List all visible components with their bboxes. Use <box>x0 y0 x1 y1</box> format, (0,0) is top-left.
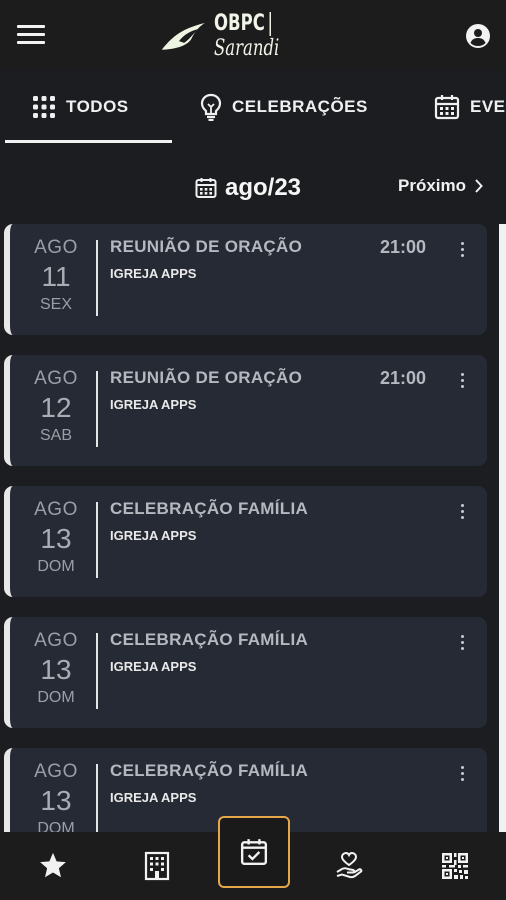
tab-eventos[interactable]: EVE <box>434 70 506 144</box>
menu-icon[interactable] <box>17 25 45 45</box>
event-month: AGO <box>34 630 78 651</box>
event-weekday: SAB <box>39 427 72 444</box>
event-title: CELEBRAÇÃO FAMÍLIA <box>110 761 309 780</box>
next-month-label: Próximo <box>398 176 467 195</box>
more-options-icon[interactable] <box>459 373 465 391</box>
scrollbar[interactable] <box>499 224 506 894</box>
building-icon <box>144 851 170 881</box>
event-day: 13 <box>40 654 72 685</box>
calendar-check-icon <box>240 839 268 866</box>
more-options-icon[interactable] <box>459 766 465 784</box>
event-weekday: DOM <box>37 820 75 832</box>
top-app-bar: OBPCSarandi <box>0 0 506 70</box>
event-card[interactable]: AGO 13 DOM CELEBRAÇÃO FAMÍLIA IGREJA APP… <box>4 617 487 728</box>
calendar-icon <box>195 178 217 198</box>
star-icon <box>40 852 66 878</box>
current-month[interactable]: ago/23 <box>195 174 301 202</box>
event-month: AGO <box>34 499 78 520</box>
event-card[interactable]: AGO 12 SAB REUNIÃO DE ORAÇÃO IGREJA APPS… <box>4 355 487 466</box>
nav-donations[interactable] <box>314 832 384 900</box>
account-icon[interactable] <box>466 24 490 48</box>
event-date: AGO 12 SAB <box>24 367 88 447</box>
lightbulb-icon <box>200 93 222 121</box>
event-weekday: SEX <box>39 296 72 313</box>
divider <box>96 764 98 832</box>
event-weekday: DOM <box>37 689 75 706</box>
event-time: 21:00 <box>380 368 427 388</box>
month-navigation: ago/23 Próximo <box>0 160 506 220</box>
event-date: AGO 13 DOM <box>24 760 88 832</box>
event-month: AGO <box>34 761 78 782</box>
divider <box>96 633 98 709</box>
event-card[interactable]: AGO 13 DOM CELEBRAÇÃO FAMÍLIA IGREJA APP… <box>4 486 487 597</box>
nav-favorites[interactable] <box>18 832 88 900</box>
chevron-right-icon <box>475 179 483 193</box>
more-options-icon[interactable] <box>459 504 465 522</box>
event-title: REUNIÃO DE ORAÇÃO <box>110 237 303 256</box>
event-title: REUNIÃO DE ORAÇÃO <box>110 368 303 387</box>
bottom-navigation <box>0 816 506 900</box>
event-day: 13 <box>40 785 72 816</box>
event-title: CELEBRAÇÃO FAMÍLIA <box>110 499 309 518</box>
event-month: AGO <box>34 368 78 389</box>
event-list: AGO 11 SEX REUNIÃO DE ORAÇÃO IGREJA APPS… <box>0 224 506 832</box>
nav-qrcode[interactable] <box>420 832 490 900</box>
event-date: AGO 13 DOM <box>24 629 88 709</box>
qr-code-icon <box>442 853 468 879</box>
event-day: 13 <box>40 523 72 554</box>
event-organizer: IGREJA APPS <box>110 790 197 805</box>
tab-eventos-label: EVE <box>470 97 506 116</box>
event-date: AGO 13 DOM <box>24 498 88 578</box>
event-time: 21:00 <box>380 237 427 257</box>
grid-icon <box>33 96 55 118</box>
divider <box>96 502 98 578</box>
event-date: AGO 11 SEX <box>24 236 88 316</box>
active-tab-indicator <box>5 140 172 143</box>
calendar-icon <box>434 95 460 120</box>
tab-todos-label: TODOS <box>66 97 129 116</box>
next-month-button[interactable]: Próximo <box>398 176 483 196</box>
logo-script: Sarandi <box>214 36 280 61</box>
tab-celebracoes-label: CELEBRAÇÕES <box>232 97 368 116</box>
tab-todos[interactable]: TODOS <box>32 70 129 144</box>
event-organizer: IGREJA APPS <box>110 528 197 543</box>
more-options-icon[interactable] <box>459 242 465 260</box>
event-weekday: DOM <box>37 558 75 575</box>
event-month: AGO <box>34 237 78 258</box>
event-organizer: IGREJA APPS <box>110 659 197 674</box>
event-organizer: IGREJA APPS <box>110 397 197 412</box>
nav-agenda[interactable] <box>218 816 290 888</box>
category-tabs: TODOS CELEBRAÇÕES EVE <box>0 70 506 144</box>
donation-hand-icon <box>336 851 363 879</box>
event-card[interactable]: AGO 11 SEX REUNIÃO DE ORAÇÃO IGREJA APPS… <box>4 224 487 335</box>
bird-logo-icon <box>161 23 205 50</box>
event-day: 12 <box>40 392 72 423</box>
event-organizer: IGREJA APPS <box>110 266 197 281</box>
divider <box>96 240 98 316</box>
more-options-icon[interactable] <box>459 635 465 653</box>
nav-church[interactable] <box>122 832 192 900</box>
logo-text: OBPC <box>214 11 266 36</box>
event-title: CELEBRAÇÃO FAMÍLIA <box>110 630 309 649</box>
tab-celebracoes[interactable]: CELEBRAÇÕES <box>200 70 368 144</box>
app-logo: OBPCSarandi <box>160 11 360 61</box>
divider <box>96 371 98 447</box>
current-month-label: ago/23 <box>225 174 302 201</box>
event-day: 11 <box>41 261 71 292</box>
